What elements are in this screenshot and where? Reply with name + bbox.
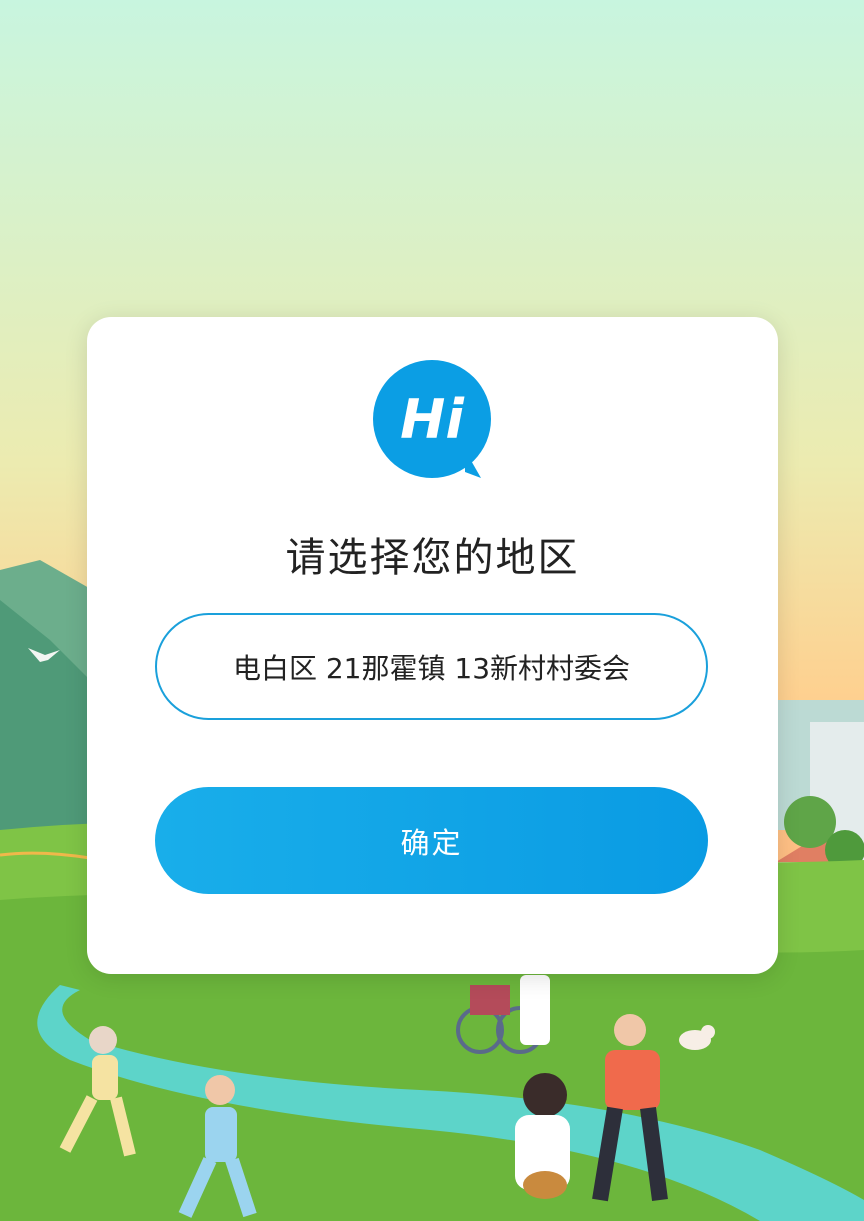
confirm-label: 确定 (400, 825, 463, 860)
logo-text: Hi (400, 387, 464, 451)
person-guitarist (515, 1073, 570, 1199)
confirm-button[interactable]: 确定 (155, 787, 708, 894)
region-selector[interactable]: 电白区 21那霍镇 13新村村委会 (155, 613, 708, 720)
page-title: 请选择您的地区 (285, 535, 580, 581)
region-dialog: Hi 请选择您的地区 电白区 21那霍镇 13新村村委会 确定 (87, 317, 778, 974)
region-value: 电白区 21那霍镇 13新村村委会 (232, 651, 631, 685)
